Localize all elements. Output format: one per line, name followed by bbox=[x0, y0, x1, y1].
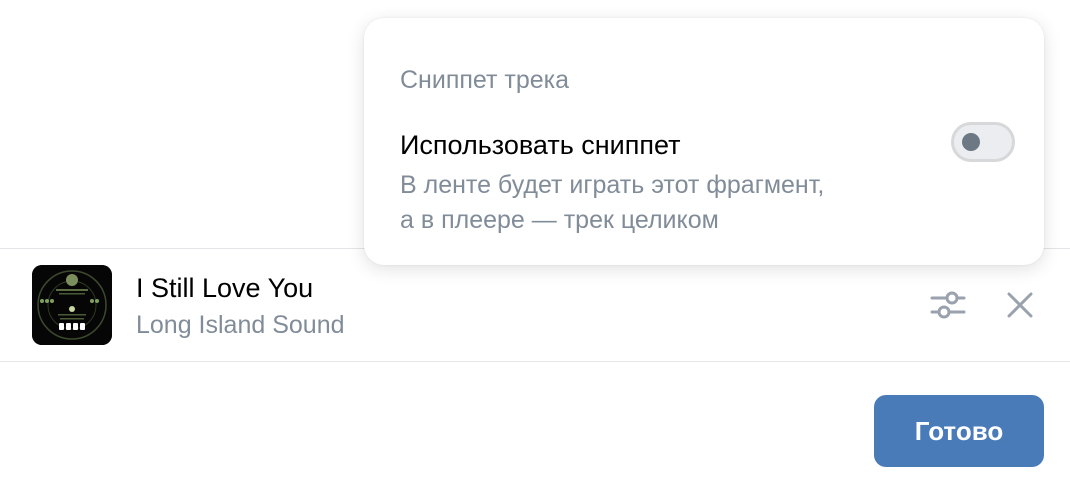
use-snippet-description: В ленте будет играть этот фрагмент, а в … bbox=[400, 168, 920, 238]
bottom-divider bbox=[0, 361, 1070, 362]
album-cover-image bbox=[32, 265, 112, 345]
popover-header: Сниппет трека bbox=[400, 66, 570, 94]
use-snippet-label: Использовать сниппет bbox=[400, 130, 681, 160]
sliders-icon bbox=[930, 291, 966, 319]
use-snippet-toggle[interactable] bbox=[951, 122, 1015, 162]
track-title: I Still Love You bbox=[136, 273, 314, 303]
album-cover-art bbox=[32, 265, 112, 345]
close-icon bbox=[1007, 292, 1033, 318]
done-button[interactable]: Готово bbox=[874, 395, 1044, 467]
track-row: I Still Love You Long Island Sound bbox=[0, 249, 1070, 361]
snippet-popover: Сниппет трека Использовать сниппет В лен… bbox=[364, 18, 1044, 265]
snippet-settings-button[interactable] bbox=[926, 283, 970, 327]
toggle-knob bbox=[962, 133, 980, 151]
track-artist[interactable]: Long Island Sound bbox=[136, 309, 345, 341]
description-line-1: В ленте будет играть этот фрагмент, bbox=[400, 171, 825, 199]
description-line-2: а в плеере — трек целиком bbox=[400, 206, 719, 234]
remove-track-button[interactable] bbox=[998, 283, 1042, 327]
